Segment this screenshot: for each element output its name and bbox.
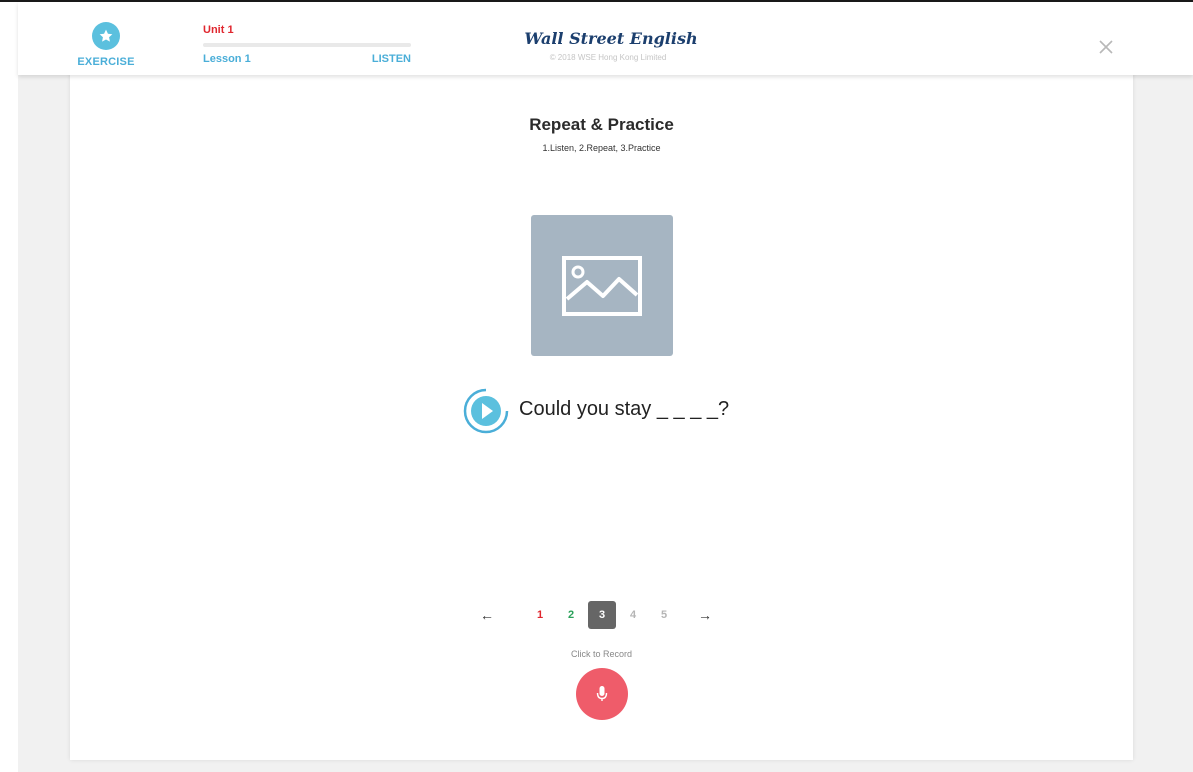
page-3-button[interactable]: 3 bbox=[588, 601, 616, 629]
play-audio-button[interactable] bbox=[463, 388, 509, 434]
close-button[interactable] bbox=[1095, 36, 1117, 58]
record-button[interactable] bbox=[576, 668, 628, 720]
page-2-button[interactable]: 2 bbox=[557, 601, 585, 629]
close-icon bbox=[1099, 40, 1113, 54]
exercise-label: EXERCISE bbox=[77, 56, 135, 68]
page-5-button[interactable]: 5 bbox=[650, 601, 678, 629]
progress-bar bbox=[203, 43, 411, 47]
brand-wordmark: Wall Street English bbox=[524, 28, 698, 48]
lesson-header: EXERCISE Unit 1 Lesson 1 LISTEN Wall Str… bbox=[18, 2, 1193, 75]
image-placeholder-icon bbox=[562, 255, 642, 316]
exercise-title: Repeat & Practice bbox=[529, 115, 674, 134]
unit-label: Unit 1 bbox=[203, 24, 234, 36]
stage-label: LISTEN bbox=[371, 53, 411, 65]
brand: Wall Street English © 2018 WSE Hong Kong… bbox=[524, 27, 697, 63]
lesson-label: Lesson 1 bbox=[203, 53, 251, 65]
page-4-button[interactable]: 4 bbox=[619, 601, 647, 629]
exercise-indicator: EXERCISE bbox=[74, 22, 138, 68]
microphone-icon bbox=[596, 686, 608, 701]
pagination: ← 1 2 3 4 5 → bbox=[478, 601, 714, 629]
prev-page-button[interactable]: ← bbox=[478, 607, 496, 623]
page-1-button[interactable]: 1 bbox=[526, 601, 554, 629]
exercise-image bbox=[531, 215, 673, 356]
lesson-progress: Unit 1 Lesson 1 LISTEN bbox=[203, 24, 411, 65]
record-label: Click to Record bbox=[570, 649, 633, 659]
play-icon bbox=[463, 388, 509, 434]
next-page-button[interactable]: → bbox=[696, 607, 714, 623]
copyright-text: © 2018 WSE Hong Kong Limited bbox=[549, 53, 667, 62]
star-icon bbox=[92, 22, 120, 50]
prompt-sentence: Could you stay _ _ _ _? bbox=[519, 398, 730, 420]
exercise-instructions: 1.Listen, 2.Repeat, 3.Practice bbox=[542, 143, 661, 153]
